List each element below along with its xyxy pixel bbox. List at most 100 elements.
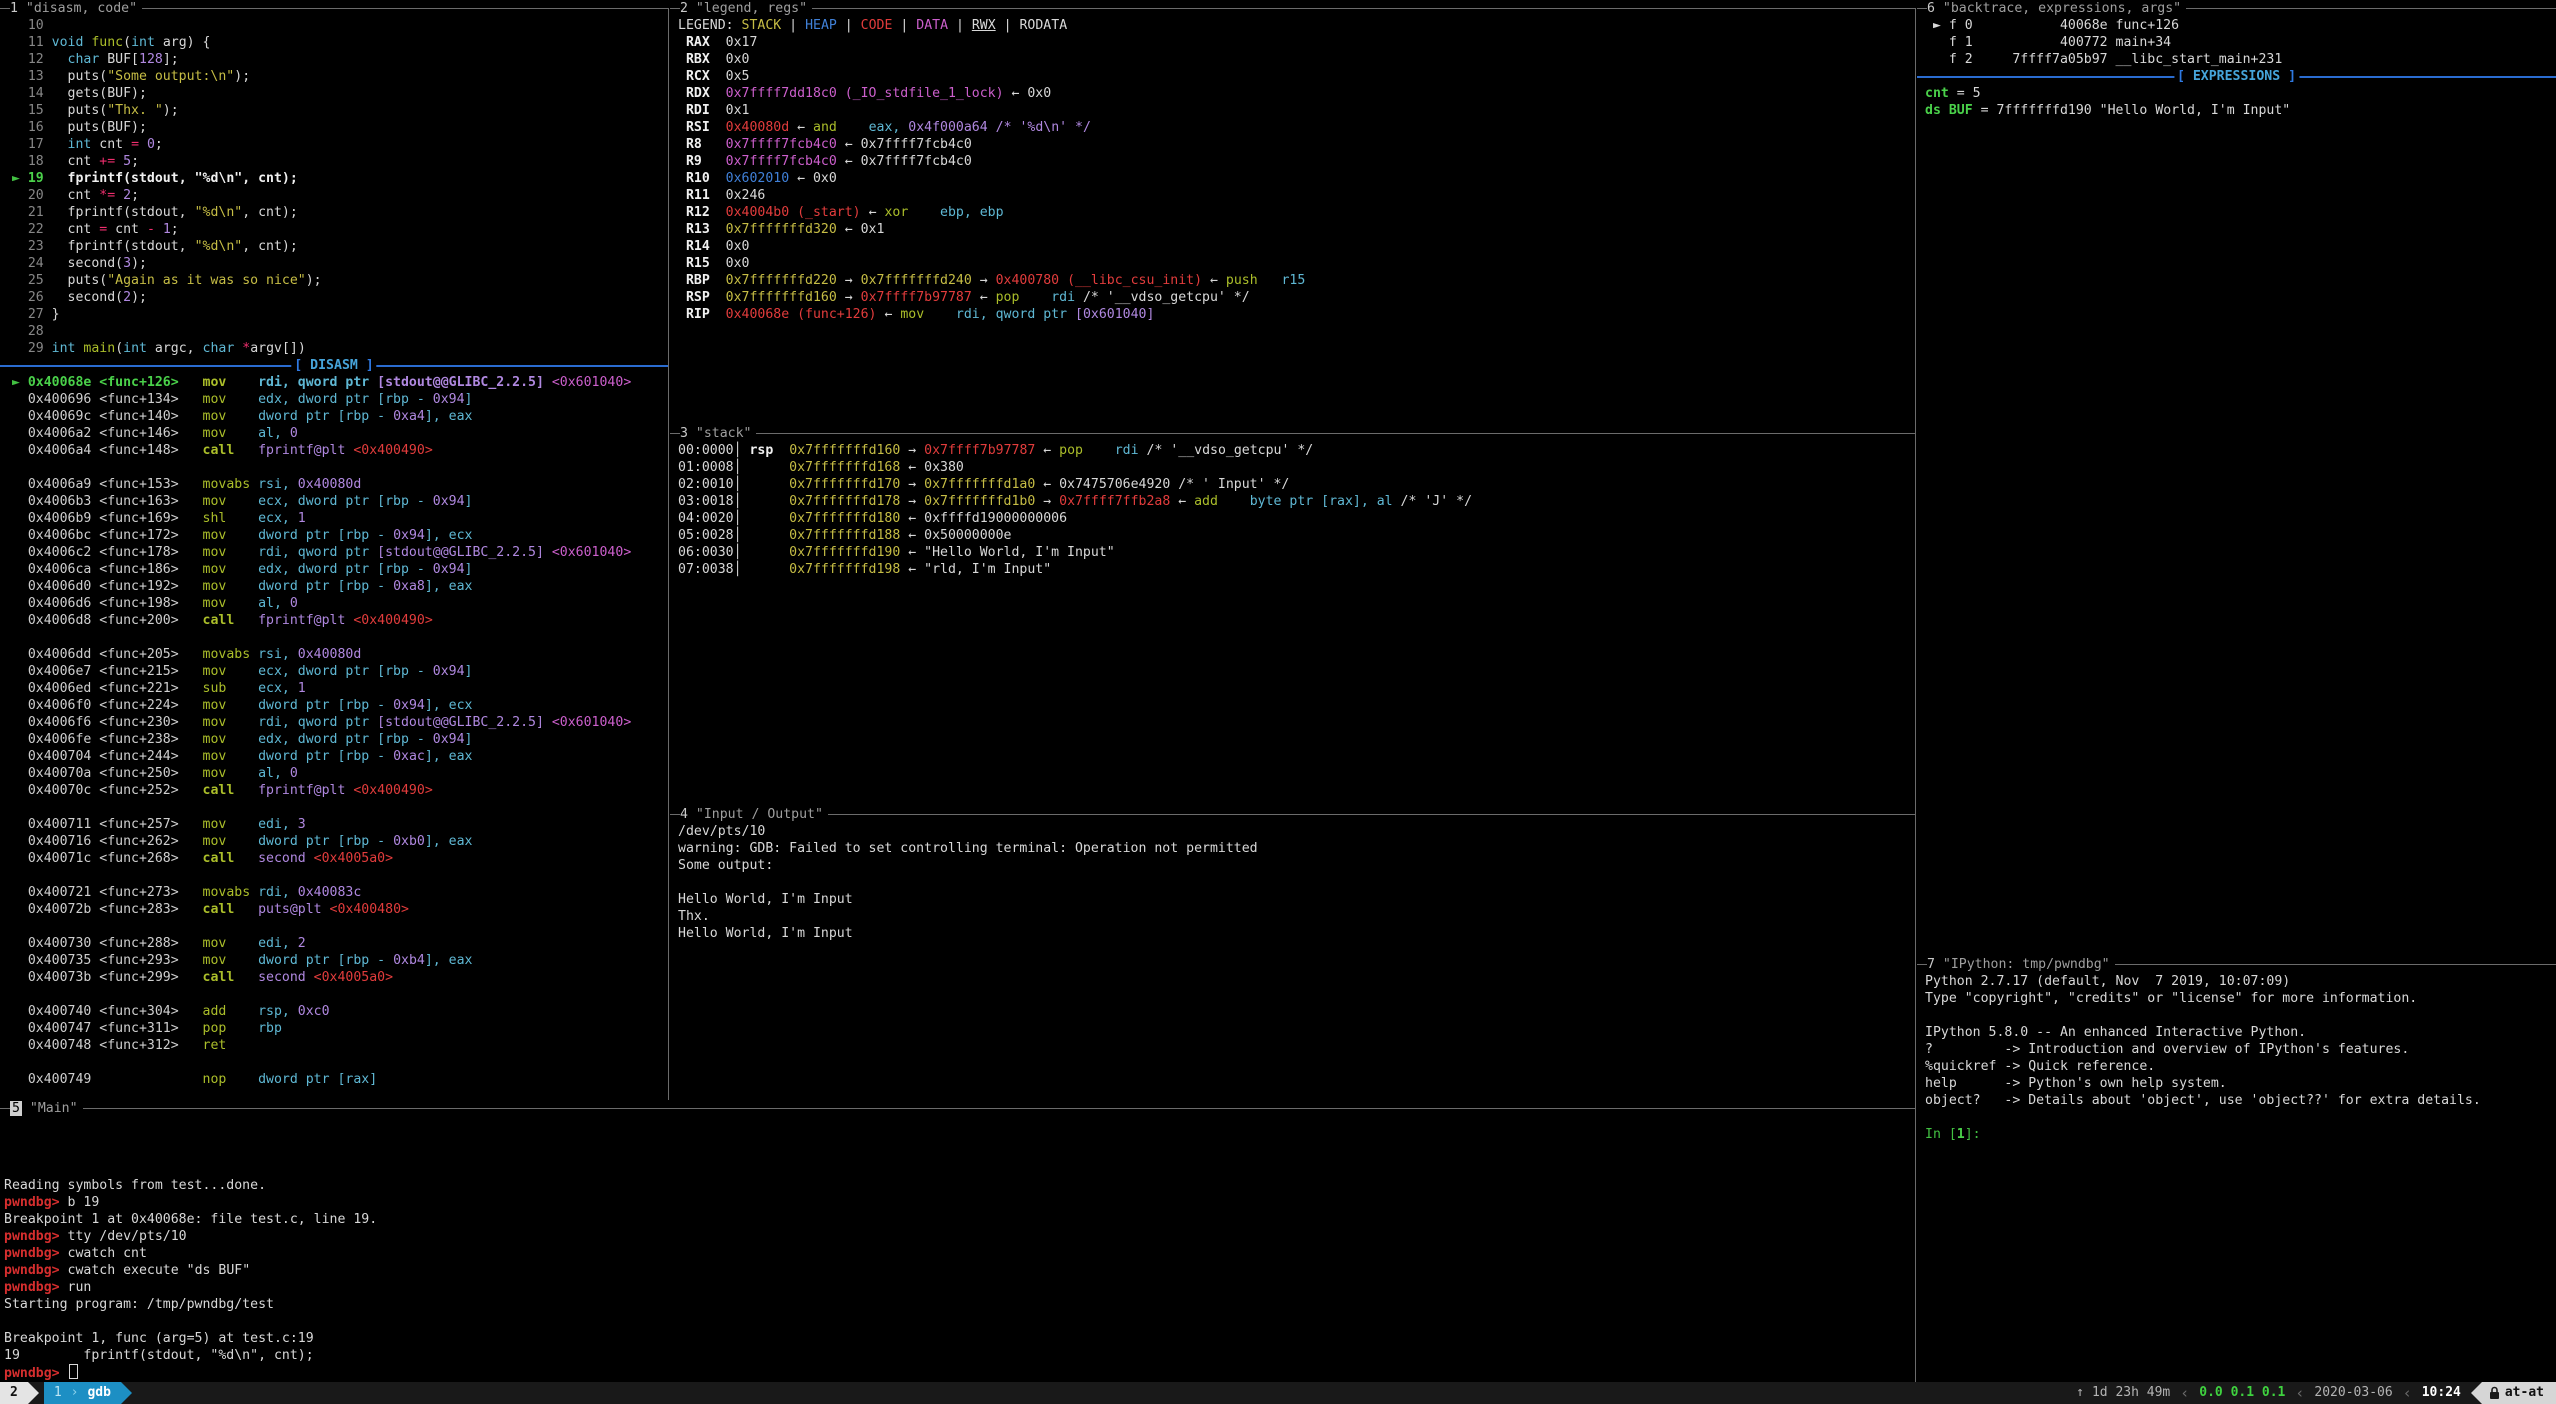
pane-divider [668, 8, 669, 1100]
terminal-line: /dev/pts/10 [678, 823, 765, 840]
terminal-line: 03:0018│ 0x7fffffffd178 → 0x7fffffffd1b0… [678, 493, 1472, 510]
terminal-line: 26 second(2); [4, 289, 147, 306]
terminal-line: Breakpoint 1, func (arg=5) at test.c:19 [4, 1330, 314, 1347]
terminal-line: RBP 0x7fffffffd220 → 0x7fffffffd240 → 0x… [678, 272, 1305, 289]
pane-input-output[interactable]: 4 "Input / Output"/dev/pts/10warning: GD… [670, 806, 1915, 1100]
powerline-arrow-icon [28, 1382, 39, 1404]
terminal-line: pwndbg> cwatch cnt [4, 1245, 147, 1262]
terminal-line: 00:0000│ rsp 0x7fffffffd160 → 0x7ffff7b9… [678, 442, 1313, 459]
pane-border-title: 4 "Input / Output" [670, 806, 1915, 823]
chevron-left-icon: ‹ [2180, 1382, 2189, 1404]
terminal-line: 0x4006e7 <func+215> mov ecx, dword ptr [… [4, 663, 472, 680]
terminal-line: 14 gets(BUF); [4, 85, 147, 102]
terminal-line: f 1 400772 main+34 [1925, 34, 2171, 51]
terminal-line: 0x4006d8 <func+200> call fprintf@plt <0x… [4, 612, 433, 629]
chevron-left-icon: ‹ [2403, 1382, 2412, 1404]
pane-border-title: 2 "legend, regs" [670, 0, 1915, 17]
terminal-line: 12 char BUF[128]; [4, 51, 179, 68]
chevron-right-icon: › [71, 1382, 79, 1404]
pane-stack[interactable]: 3 "stack"00:0000│ rsp 0x7fffffffd160 → 0… [670, 425, 1915, 806]
pane-disasm-code[interactable]: 1 "disasm, code" 10 11 void func(int arg… [0, 0, 668, 1100]
terminal-line: 0x400711 <func+257> mov edi, 3 [4, 816, 306, 833]
section-divider: [ EXPRESSIONS ] [1917, 68, 2556, 85]
terminal-line: 0x4006a4 <func+148> call fprintf@plt <0x… [4, 442, 433, 459]
terminal-line: 0x4006a9 <func+153> movabs rsi, 0x40080d [4, 476, 361, 493]
tmux-session-badge[interactable]: 2 [0, 1382, 28, 1404]
terminal-line: 20 cnt *= 2; [4, 187, 139, 204]
terminal-line: cnt = 5 [1925, 85, 1981, 102]
load-average: 0.0 0.1 0.1 [2199, 1382, 2285, 1404]
terminal-line: 18 cnt += 5; [4, 153, 139, 170]
terminal-line: 0x400730 <func+288> mov edi, 2 [4, 935, 306, 952]
terminal-line: 21 fprintf(stdout, "%d\n", cnt); [4, 204, 298, 221]
terminal-line: 11 void func(int arg) { [4, 34, 210, 51]
terminal-line: RDI 0x1 [678, 102, 749, 119]
terminal-line: R15 0x0 [678, 255, 749, 272]
terminal-line: Thx. [678, 908, 718, 925]
terminal-line: 0x40070a <func+250> mov al, 0 [4, 765, 298, 782]
terminal-line: Reading symbols from test...done. [4, 1177, 266, 1194]
terminal-line: warning: GDB: Failed to set controlling … [678, 840, 1258, 857]
pane-backtrace-expressions-args[interactable]: 6 "backtrace, expressions, args" ► f 0 4… [1917, 0, 2556, 956]
terminal-line: ? -> Introduction and overview of IPytho… [1925, 1041, 2409, 1058]
terminal-line: 05:0028│ 0x7fffffffd188 ← 0x50000000e [678, 527, 1011, 544]
terminal-line: 0x400747 <func+311> pop rbp [4, 1020, 282, 1037]
terminal-line: 29 int main(int argc, char *argv[]) [4, 340, 306, 357]
tmux-window-tab-gdb[interactable]: 1 › gdb [44, 1382, 121, 1404]
pane-legend-regs[interactable]: 2 "legend, regs"LEGEND: STACK | HEAP | C… [670, 0, 1915, 425]
terminal-line: pwndbg> run [4, 1279, 91, 1296]
pane-ipython[interactable]: 7 "IPython: tmp/pwndbg"Python 2.7.17 (de… [1917, 956, 2556, 1382]
status-bar-right: ↑ 1d 23h 49m ‹ 0.0 0.1 0.1 ‹ 2020-03-06 … [2076, 1382, 2556, 1404]
terminal-line: 0x40069c <func+140> mov dword ptr [rbp -… [4, 408, 472, 425]
terminal-line: RSI 0x40080d ← and eax, 0x4f000a64 /* '%… [678, 119, 1091, 136]
terminal-line: 0x4006ca <func+186> mov edx, dword ptr [… [4, 561, 472, 578]
terminal-line: 0x4006bc <func+172> mov dword ptr [rbp -… [4, 527, 472, 544]
terminal-line: IPython 5.8.0 -- An enhanced Interactive… [1925, 1024, 2306, 1041]
terminal-line: 0x4006f6 <func+230> mov rdi, qword ptr [… [4, 714, 631, 731]
pane-main[interactable]: 5 "Main" Reading symbols from test...done… [0, 1100, 1915, 1382]
uptime-value: 1d 23h 49m [2092, 1382, 2170, 1404]
hostname-badge: at-at [2482, 1382, 2556, 1404]
tmux-status-bar: 2 1 › gdb ↑ 1d 23h 49m ‹ 0.0 0.1 0.1 ‹ 2… [0, 1382, 2556, 1404]
terminal-line: 0x400704 <func+244> mov dword ptr [rbp -… [4, 748, 472, 765]
terminal-line: 0x40070c <func+252> call fprintf@plt <0x… [4, 782, 433, 799]
terminal-line: 13 puts("Some output:\n"); [4, 68, 250, 85]
terminal-line: pwndbg> [4, 1364, 78, 1381]
chevron-left-icon: ‹ [2295, 1382, 2304, 1404]
terminal-line: ► f 0 40068e func+126 [1925, 17, 2179, 34]
terminal-line: LEGEND: STACK | HEAP | CODE | DATA | RWX… [678, 17, 1067, 34]
terminal-line: 24 second(3); [4, 255, 147, 272]
terminal-line: Starting program: /tmp/pwndbg/test [4, 1296, 274, 1313]
lock-icon [2489, 1386, 2500, 1400]
terminal-line: ds BUF = 7fffffffd190 "Hello World, I'm … [1925, 102, 2290, 119]
terminal-line: 25 puts("Again as it was so nice"); [4, 272, 322, 289]
status-bar-left: 2 1 › gdb [0, 1382, 132, 1404]
terminal-line: 0x4006d0 <func+192> mov dword ptr [rbp -… [4, 578, 472, 595]
status-clock: 10:24 [2422, 1382, 2461, 1404]
terminal-line: 0x4006dd <func+205> movabs rsi, 0x40080d [4, 646, 361, 663]
terminal-line: 0x40071c <func+268> call second <0x4005a… [4, 850, 393, 867]
terminal-line: object? -> Details about 'object', use '… [1925, 1092, 2481, 1109]
terminal-line: 17 int cnt = 0; [4, 136, 163, 153]
text-cursor [69, 1364, 78, 1379]
terminal-line: 0x400748 <func+312> ret [4, 1037, 258, 1054]
terminal-line: 02:0010│ 0x7fffffffd170 → 0x7fffffffd1a0… [678, 476, 1289, 493]
terminal-line: R9 0x7ffff7fcb4c0 ← 0x7ffff7fcb4c0 [678, 153, 972, 170]
terminal-line: 0x4006b9 <func+169> shl ecx, 1 [4, 510, 306, 527]
terminal-line: Some output: [678, 857, 773, 874]
terminal-line: 07:0038│ 0x7fffffffd198 ← "rld, I'm Inpu… [678, 561, 1051, 578]
terminal-line: 04:0020│ 0x7fffffffd180 ← 0xffffd1900000… [678, 510, 1067, 527]
pane-border-title: 3 "stack" [670, 425, 1915, 442]
terminal-line: 0x4006a2 <func+146> mov al, 0 [4, 425, 298, 442]
terminal-line: 28 [4, 323, 52, 340]
section-divider: [ DISASM ] [0, 357, 668, 374]
pane-border-title: 5 "Main" [0, 1100, 1915, 1117]
terminal-line: Python 2.7.17 (default, Nov 7 2019, 10:0… [1925, 973, 2290, 990]
terminal-line: 01:0008│ 0x7fffffffd168 ← 0x380 [678, 459, 964, 476]
terminal-line: 0x400749 nop dword ptr [rax] [4, 1071, 377, 1088]
terminal-line: 06:0030│ 0x7fffffffd190 ← "Hello World, … [678, 544, 1115, 561]
terminal-line: RSP 0x7fffffffd160 → 0x7ffff7b97787 ← po… [678, 289, 1250, 306]
terminal-line: 0x4006c2 <func+178> mov rdi, qword ptr [… [4, 544, 631, 561]
terminal-line: ► 19 fprintf(stdout, "%d\n", cnt); [4, 170, 298, 187]
terminal-line: 0x400735 <func+293> mov dword ptr [rbp -… [4, 952, 472, 969]
